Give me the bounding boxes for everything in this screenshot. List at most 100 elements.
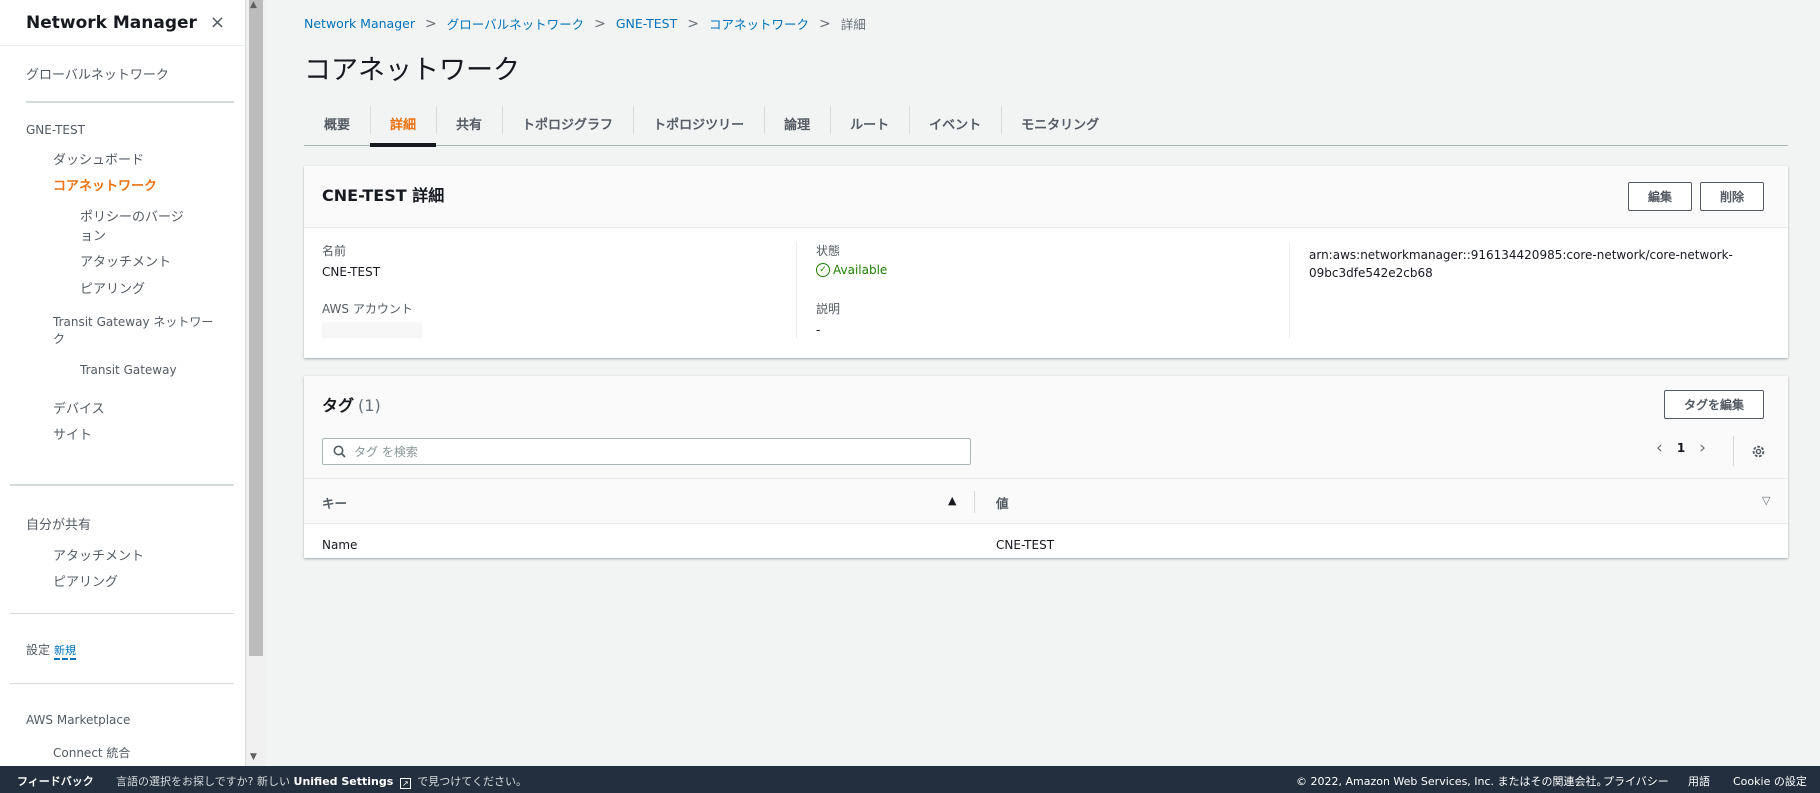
name-value: CNE-TEST [322, 265, 381, 279]
tags-title: タグ (1) [322, 392, 381, 416]
privacy-link[interactable]: プライバシー [1603, 773, 1669, 789]
column-header-key[interactable]: キー [322, 493, 347, 512]
sidebar-title: Network Manager [26, 12, 197, 33]
tab-routes[interactable]: ルート [830, 102, 909, 145]
account-label: AWS アカウント [322, 302, 413, 316]
breadcrumb-global-networks[interactable]: グローバルネットワーク [447, 14, 584, 33]
details-panel: CNE-TEST 詳細 編集 削除 名前 CNE-TEST AWS アカウント … [304, 166, 1788, 358]
tag-search-input[interactable] [354, 444, 934, 459]
settings-label: 設定 [26, 643, 51, 657]
copyright: © 2022, Amazon Web Services, Inc. またはその関… [1296, 775, 1608, 788]
account-value-redacted [322, 322, 422, 338]
tab-bar: 概要 詳細 共有 トポロジグラフ トポロジツリー 論理 ルート イベント モニタ… [304, 102, 1788, 147]
breadcrumb-network-manager[interactable]: Network Manager [304, 16, 415, 31]
scroll-up-arrow-icon[interactable]: ▲ [250, 0, 257, 10]
side-navigation: Network Manager × グローバルネットワーク GNE-TEST ダ… [0, 0, 246, 766]
cookie-settings-link[interactable]: Cookie の設定 [1733, 773, 1807, 789]
details-panel-header: CNE-TEST 詳細 編集 削除 [304, 166, 1788, 228]
arn-value: arn:aws:networkmanager::916134420985:cor… [1309, 246, 1733, 282]
sidebar-item-policy-versions-line1: ポリシーのバージ [80, 210, 184, 225]
sidebar-item-policy-versions-line2: ョン [80, 229, 107, 244]
breadcrumb-network-name[interactable]: GNE-TEST [616, 16, 677, 31]
tab-events[interactable]: イベント [909, 102, 1001, 145]
sidebar-item-peering[interactable]: ピアリング [80, 278, 145, 297]
tab-logical[interactable]: 論理 [764, 102, 830, 145]
sidebar-item-devices[interactable]: デバイス [53, 398, 105, 417]
close-icon[interactable]: × [210, 12, 225, 33]
sidebar-item-tgw-network-line1: Transit Gateway ネットワー [53, 315, 214, 329]
pager-divider [1733, 436, 1734, 466]
sidebar-item-network-name[interactable]: GNE-TEST [26, 123, 85, 137]
tags-title-text: タグ [322, 396, 355, 415]
page-number[interactable]: 1 [1677, 441, 1685, 455]
chevron-right-icon: > [424, 15, 437, 32]
sidebar-item-attachments[interactable]: アタッチメント [80, 251, 171, 270]
sidebar-item-policy-versions[interactable]: ポリシーのバージ ョン [80, 206, 184, 244]
tag-search-field[interactable] [322, 438, 971, 465]
edit-tags-button[interactable]: タグを編集 [1664, 390, 1764, 419]
breadcrumb: Network Manager > グローバルネットワーク > GNE-TEST… [304, 14, 866, 33]
sidebar-item-global-networks[interactable]: グローバルネットワーク [26, 64, 169, 83]
sidebar-item-core-network[interactable]: コアネットワーク [53, 175, 157, 194]
breadcrumb-current: 詳細 [840, 17, 866, 32]
sidebar-item-connect-integration[interactable]: Connect 統合 [53, 744, 130, 761]
description-label: 説明 [816, 302, 841, 316]
search-icon [333, 445, 346, 458]
status-text: Available [833, 263, 888, 277]
column-divider [1289, 242, 1290, 338]
sidebar-scrollbar[interactable]: ▲ ▼ [246, 0, 266, 766]
edit-button[interactable]: 編集 [1628, 182, 1692, 211]
arn-line-2: 09bc3dfe542e2cb68 [1309, 266, 1433, 280]
sort-descending-icon[interactable]: ▽ [1762, 494, 1770, 507]
chevron-right-icon[interactable]: › [1699, 438, 1706, 458]
sidebar-item-sites[interactable]: サイト [53, 424, 92, 443]
tab-sharing[interactable]: 共有 [436, 102, 502, 145]
scroll-down-arrow-icon[interactable]: ▼ [250, 752, 257, 762]
details-title: CNE-TEST 詳細 [322, 186, 445, 205]
main-content: Network Manager > グローバルネットワーク > GNE-TEST… [266, 0, 1820, 766]
name-label: 名前 [322, 244, 347, 258]
sidebar-item-marketplace[interactable]: AWS Marketplace [26, 713, 130, 727]
sidebar-item-tgw-network[interactable]: Transit Gateway ネットワーク [53, 313, 213, 347]
feedback-link[interactable]: フィードバック [17, 773, 94, 789]
breadcrumb-core-network[interactable]: コアネットワーク [709, 14, 809, 33]
tab-monitoring[interactable]: モニタリング [1001, 102, 1119, 145]
sort-ascending-icon[interactable]: ▲ [948, 494, 956, 507]
delete-button[interactable]: 削除 [1700, 182, 1764, 211]
footer: フィードバック 言語の選択をお探しですか? 新しい Unified Settin… [0, 766, 1820, 793]
gear-icon[interactable] [1751, 444, 1766, 459]
tags-table-header: キー ▲ 値 ▽ [304, 478, 1788, 524]
sidebar-divider [26, 101, 234, 103]
sidebar-item-shared-attachments[interactable]: アタッチメント [53, 545, 144, 564]
scrollbar-thumb[interactable] [249, 0, 263, 656]
sidebar-header: Network Manager × [0, 0, 245, 46]
language-notice-prefix: 言語の選択をお探しですか? 新しい [116, 775, 291, 788]
column-header-value[interactable]: 値 [996, 493, 1009, 512]
sidebar-item-dashboard[interactable]: ダッシュボード [53, 149, 144, 168]
status-label: 状態 [816, 244, 841, 258]
language-notice: 言語の選択をお探しですか? 新しい Unified Settings ↗ で見つ… [116, 773, 527, 789]
page-title: コアネットワーク [304, 55, 520, 86]
tag-value-cell: CNE-TEST [996, 538, 1055, 552]
chevron-left-icon[interactable]: ‹ [1656, 438, 1663, 458]
tag-key-cell: Name [322, 538, 358, 552]
column-divider [796, 242, 797, 338]
sidebar-item-tgw-network-line2: ク [53, 332, 66, 346]
tags-count: (1) [358, 396, 381, 415]
tags-panel: タグ(1) タグを編集 ‹ 1 › キー ▲ 値 ▽ N [304, 376, 1788, 558]
check-circle-icon: ✓ [816, 263, 830, 277]
description-value: - [816, 323, 821, 337]
tab-overview[interactable]: 概要 [304, 102, 370, 145]
column-divider [974, 491, 975, 513]
external-link-icon: ↗ [399, 778, 411, 789]
tab-topology-graph[interactable]: トポロジグラフ [502, 102, 633, 145]
sidebar-item-shared-peering[interactable]: ピアリング [53, 571, 118, 590]
tab-topology-tree[interactable]: トポロジツリー [633, 102, 764, 145]
sidebar-item-settings[interactable]: 設定 新規 [26, 641, 77, 660]
tab-details[interactable]: 詳細 [370, 102, 437, 147]
sidebar-section-shared: 自分が共有 [26, 518, 92, 533]
sidebar-item-transit-gateway[interactable]: Transit Gateway [80, 363, 177, 377]
status-value: ✓ Available [816, 263, 887, 277]
terms-link[interactable]: 用語 [1688, 773, 1710, 789]
unified-settings-link[interactable]: Unified Settings [294, 775, 394, 788]
